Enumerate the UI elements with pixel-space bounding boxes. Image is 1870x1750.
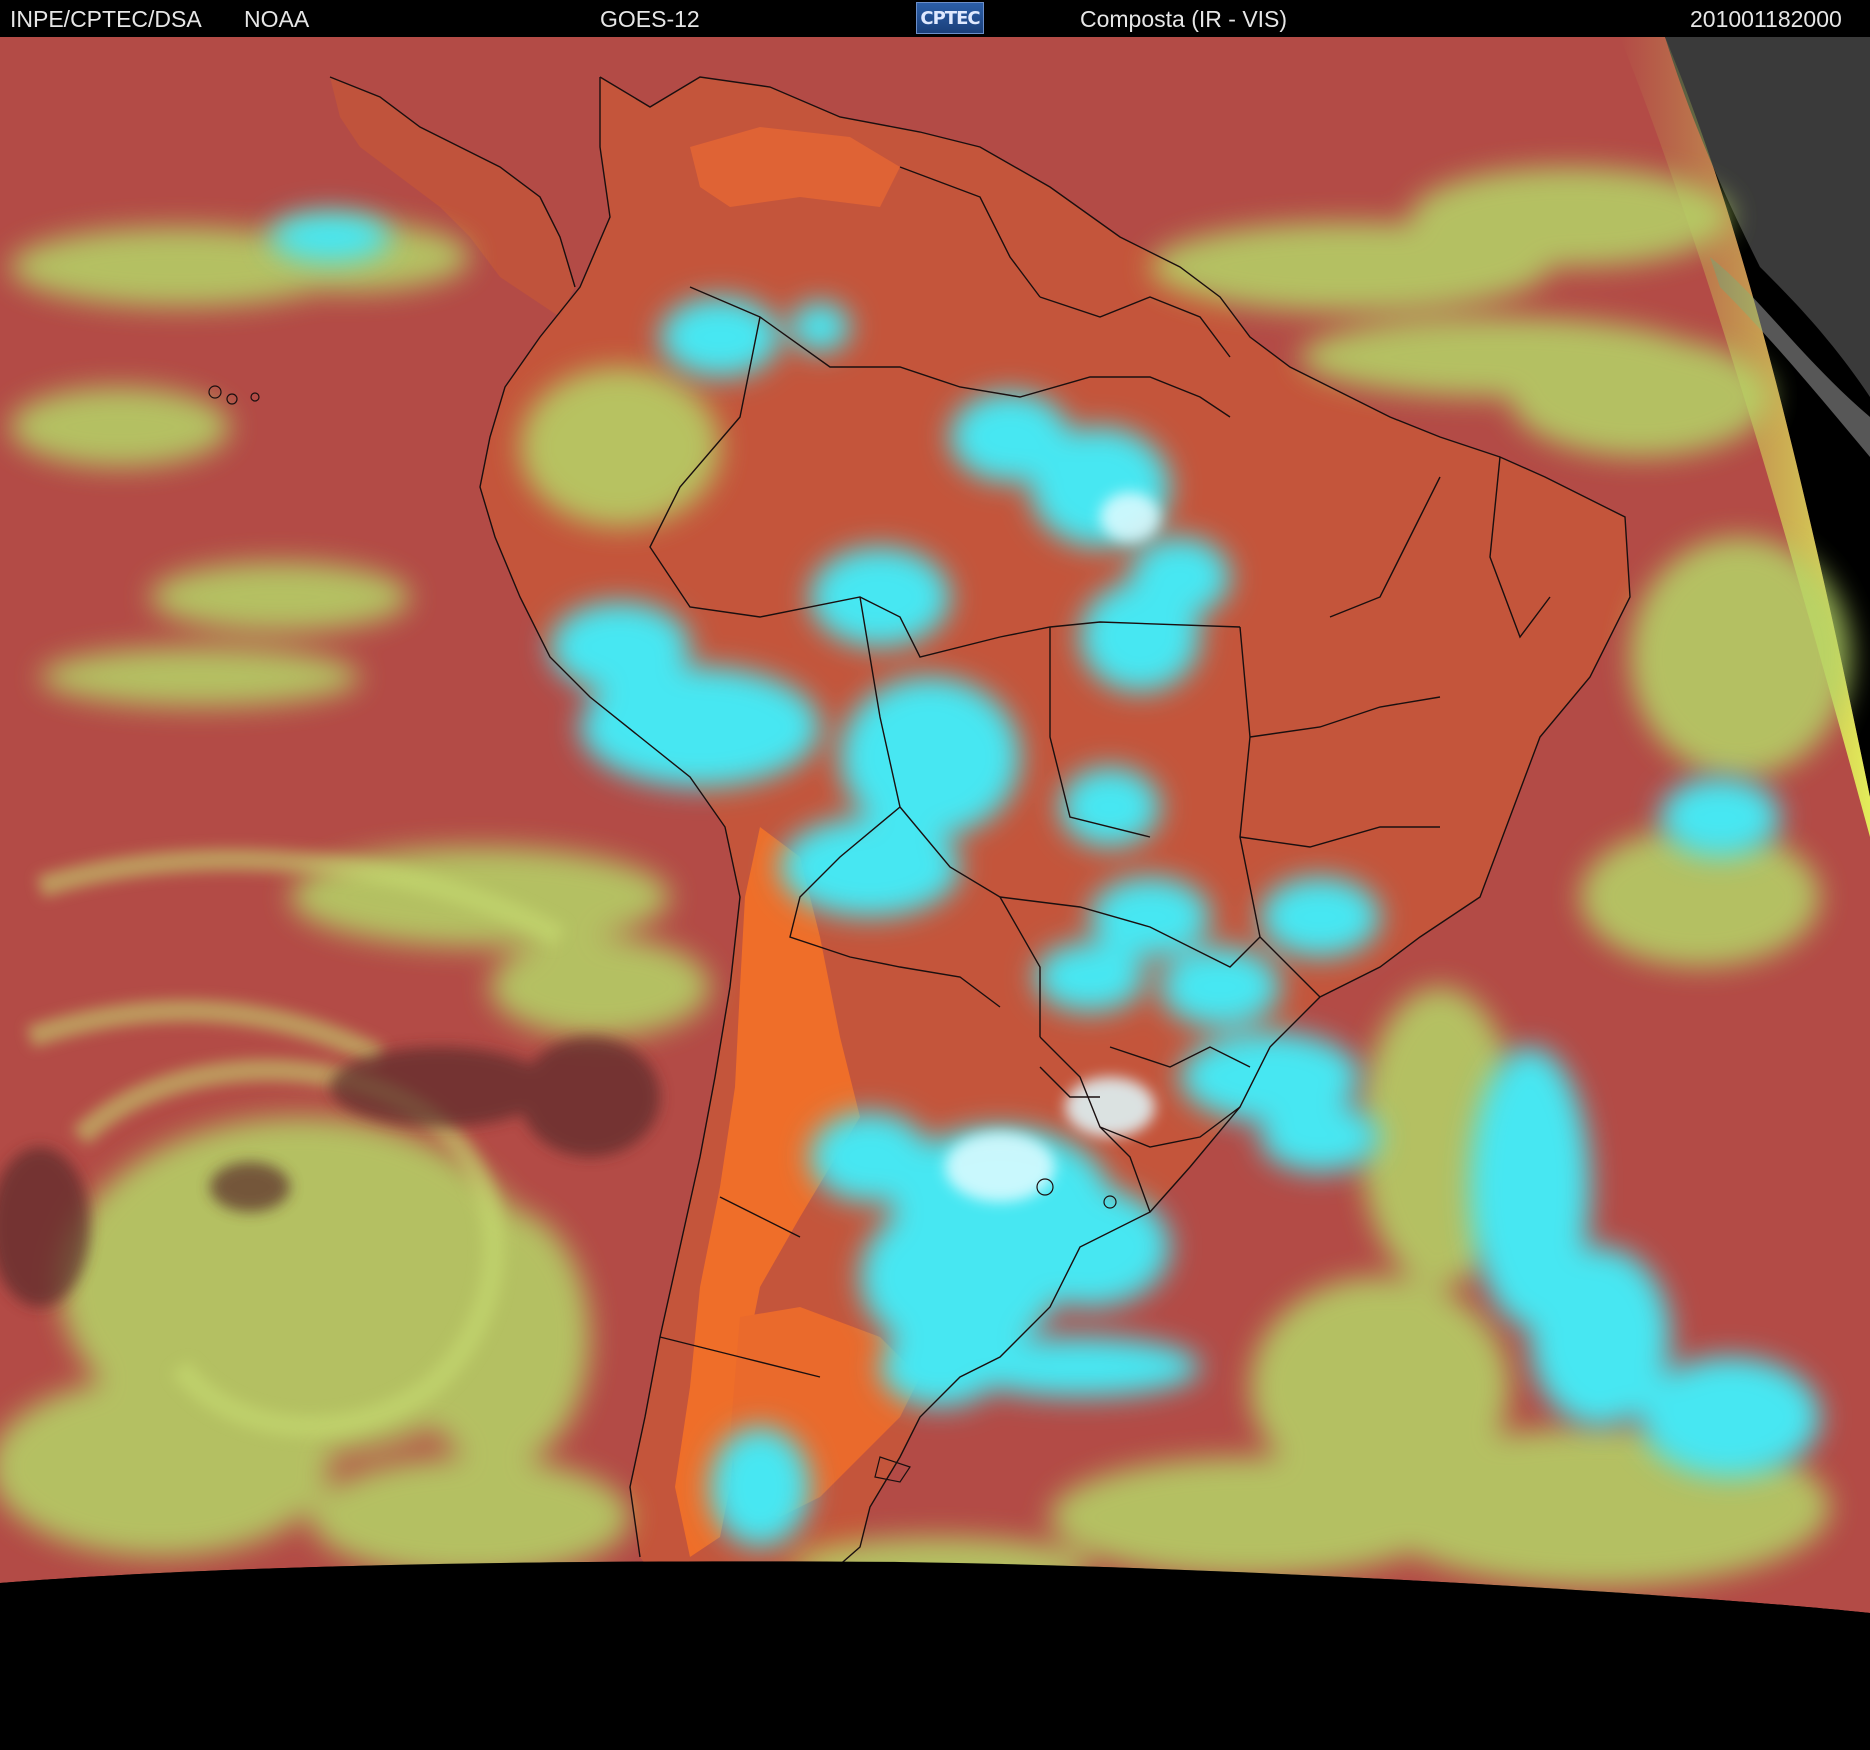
partner-label: NOAA xyxy=(244,6,310,32)
satellite-image xyxy=(0,37,1870,1750)
agency-label: INPE/CPTEC/DSA xyxy=(10,6,202,32)
satellite-label: GOES-12 xyxy=(600,6,700,32)
timestamp-label: 201001182000 xyxy=(1690,6,1842,32)
image-header: INPE/CPTEC/DSA NOAA GOES-12 CPTEC Compos… xyxy=(0,0,1870,37)
logo-text: CPTEC xyxy=(920,7,980,29)
product-label: Composta (IR - VIS) xyxy=(1080,6,1288,32)
satellite-map xyxy=(0,37,1870,1750)
cptec-logo: CPTEC xyxy=(916,2,984,34)
